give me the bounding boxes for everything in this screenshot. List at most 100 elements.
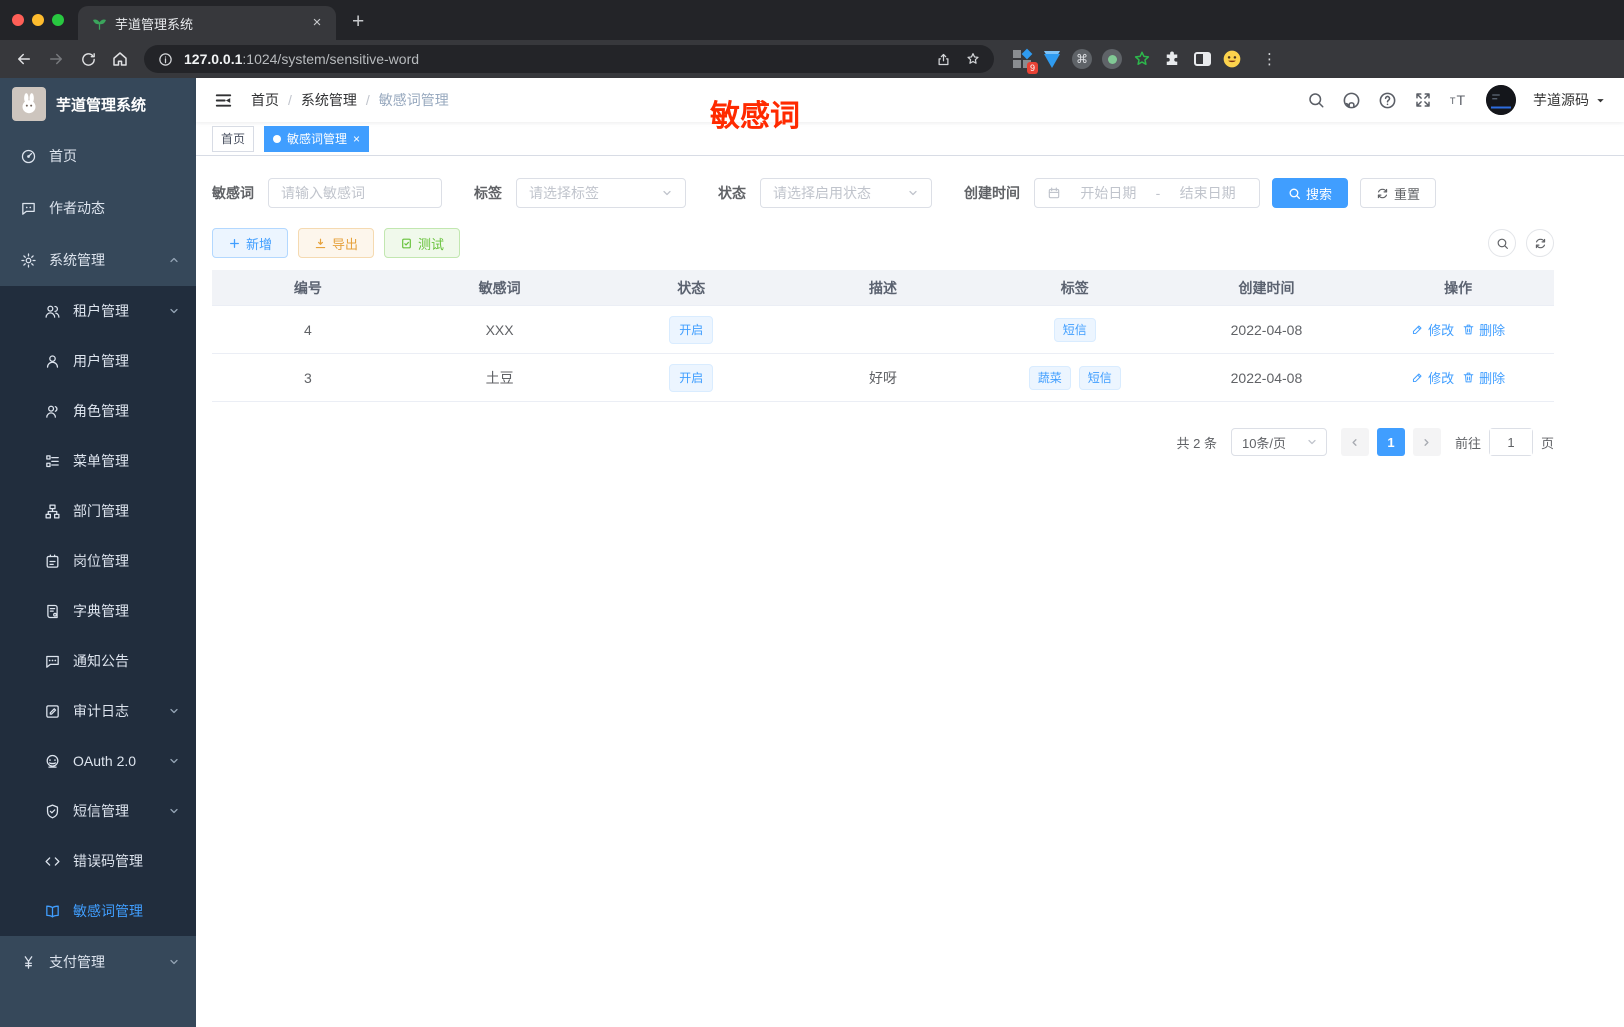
breadcrumb: 首页 / 系统管理 / 敏感词管理 (251, 90, 449, 110)
forward-icon[interactable] (42, 45, 70, 73)
svg-text:T: T (1457, 93, 1466, 109)
extension-star-icon[interactable] (1132, 49, 1152, 69)
extensions-puzzle-icon[interactable] (1162, 49, 1182, 69)
tag-select[interactable]: 请选择标签 (516, 178, 686, 208)
tag-badge: 短信 (1078, 365, 1121, 390)
error-code-icon (44, 853, 61, 870)
cell-status: 开启 (595, 363, 787, 392)
prev-page-button[interactable] (1340, 428, 1369, 456)
collapse-sidebar-icon[interactable] (214, 91, 233, 110)
delete-button[interactable]: 删除 (1462, 320, 1505, 339)
goto-label: 前往 (1454, 435, 1481, 451)
new-tab-button[interactable]: + (336, 10, 380, 40)
sidebar-item-oauth[interactable]: OAuth 2.0 (0, 736, 196, 786)
edit-button[interactable]: 修改 (1411, 368, 1454, 387)
col-word: 敏感词 (478, 279, 521, 296)
delete-icon (1462, 371, 1475, 384)
edit-button[interactable]: 修改 (1411, 320, 1454, 339)
fullscreen-icon[interactable] (1414, 91, 1432, 109)
sidebar-item-dashboard[interactable]: 首页 (0, 130, 196, 182)
date-range-picker[interactable]: 开始日期 - 结束日期 (1034, 178, 1260, 208)
refresh-table-button[interactable] (1526, 229, 1554, 257)
reload-icon[interactable] (74, 45, 102, 73)
page-size-select[interactable]: 10条/页 (1230, 428, 1327, 456)
extension-grid-icon[interactable]: 9 (1012, 48, 1038, 74)
export-button[interactable]: 导出 (298, 228, 375, 258)
sidebar-item-label: 审计日志 (73, 703, 129, 719)
user-avatar[interactable] (1486, 85, 1516, 115)
app-logo-row[interactable]: 芋道管理系统 (0, 78, 196, 130)
tab-close-icon[interactable]: × (308, 14, 326, 32)
sidebar-item-sensitive-word[interactable]: 敏感词管理 (0, 886, 196, 936)
back-icon[interactable] (10, 45, 38, 73)
sidebar-item-payment[interactable]: 支付管理 (0, 936, 196, 988)
search-icon[interactable] (1307, 91, 1325, 109)
extension-command-icon[interactable]: ⌘ (1072, 49, 1092, 69)
sidebar-item-gear[interactable]: 系统管理 (0, 234, 196, 286)
start-date-placeholder[interactable]: 开始日期 (1069, 183, 1148, 203)
cell-operations: 修改 删除 (1362, 368, 1554, 387)
sidebar-item-sms[interactable]: 短信管理 (0, 786, 196, 836)
test-button[interactable]: 测试 (384, 228, 461, 258)
user-menu[interactable]: 芋道源码 (1533, 90, 1606, 110)
sidebar-item-notice[interactable]: 通知公告 (0, 636, 196, 686)
home-icon[interactable] (106, 45, 134, 73)
browser-tab[interactable]: 芋道管理系统 × (78, 6, 336, 40)
keyword-input[interactable] (281, 185, 429, 201)
sidebar-item-tenant[interactable]: 租户管理 (0, 286, 196, 336)
sidebar-item-department[interactable]: 部门管理 (0, 486, 196, 536)
sidebar-item-dictionary[interactable]: 字典管理 (0, 586, 196, 636)
close-window-button[interactable] (12, 14, 24, 26)
help-icon[interactable] (1378, 91, 1397, 110)
edit-icon (1411, 371, 1424, 384)
sidebar-item-audit-log[interactable]: 审计日志 (0, 686, 196, 736)
sidebar-item-menu-tree[interactable]: 菜单管理 (0, 436, 196, 486)
gear-icon (20, 252, 37, 269)
extension-kite-icon[interactable] (1042, 49, 1062, 69)
goto-page-input[interactable] (1489, 429, 1532, 455)
next-page-button[interactable] (1412, 428, 1441, 456)
status-select[interactable]: 请选择启用状态 (760, 178, 932, 208)
sidebar-item-label: 菜单管理 (73, 453, 129, 469)
tag-tab-home[interactable]: 首页 (212, 125, 255, 152)
sidebar-item-label: 作者动态 (49, 200, 105, 216)
window-controls[interactable] (0, 0, 78, 40)
extension-record-icon[interactable] (1102, 49, 1122, 69)
share-icon[interactable] (932, 48, 954, 70)
sidebar-item-user[interactable]: 用户管理 (0, 336, 196, 386)
tab-close-icon[interactable]: × (353, 132, 360, 146)
show-search-toggle-button[interactable] (1488, 229, 1516, 257)
calendar-icon (1047, 186, 1061, 200)
page-number-button[interactable]: 1 (1376, 428, 1405, 456)
bookmark-star-icon[interactable] (962, 48, 984, 70)
sidebar-item-label: 敏感词管理 (73, 903, 143, 919)
maximize-window-button[interactable] (52, 14, 64, 26)
add-button[interactable]: 新增 (212, 228, 289, 258)
edit-icon (1411, 323, 1424, 336)
site-info-icon[interactable] (154, 48, 176, 70)
col-operations: 操作 (1444, 279, 1473, 296)
sidebar-item-role[interactable]: 角色管理 (0, 386, 196, 436)
sidebar-toggle-icon[interactable] (1192, 49, 1212, 69)
red-annotation-text: 敏感词 (710, 100, 800, 133)
sidebar-item-post[interactable]: 岗位管理 (0, 536, 196, 586)
font-size-icon[interactable]: TT (1449, 90, 1469, 110)
end-date-placeholder[interactable]: 结束日期 (1168, 183, 1247, 203)
tag-tab-sensitive-word[interactable]: 敏感词管理 × (264, 125, 370, 152)
breadcrumb-system[interactable]: 系统管理 (301, 90, 357, 110)
url-bar[interactable]: 127.0.0.1:1024/system/sensitive-word (144, 45, 994, 73)
cell-operations: 修改 删除 (1362, 320, 1554, 339)
navbar-actions: TT 芋道源码 (1307, 85, 1606, 115)
github-icon[interactable] (1342, 91, 1361, 110)
sidebar-item-error-code[interactable]: 错误码管理 (0, 836, 196, 886)
reset-button[interactable]: 重置 (1360, 178, 1437, 208)
profile-avatar-icon[interactable] (1222, 49, 1242, 69)
browser-menu-icon[interactable]: ⋮ (1254, 50, 1282, 68)
search-button[interactable]: 搜索 (1272, 178, 1349, 208)
delete-button[interactable]: 删除 (1462, 368, 1505, 387)
table-body: 4 XXX 开启 短信 2022-04-08 修改 删除 3 土豆 开启 好呀 蔬菜 短信 2022-04… (212, 306, 1554, 402)
sidebar-item-author-news[interactable]: 作者动态 (0, 182, 196, 234)
tag-label: 标签 (474, 185, 502, 201)
breadcrumb-home[interactable]: 首页 (251, 90, 279, 110)
minimize-window-button[interactable] (32, 14, 44, 26)
